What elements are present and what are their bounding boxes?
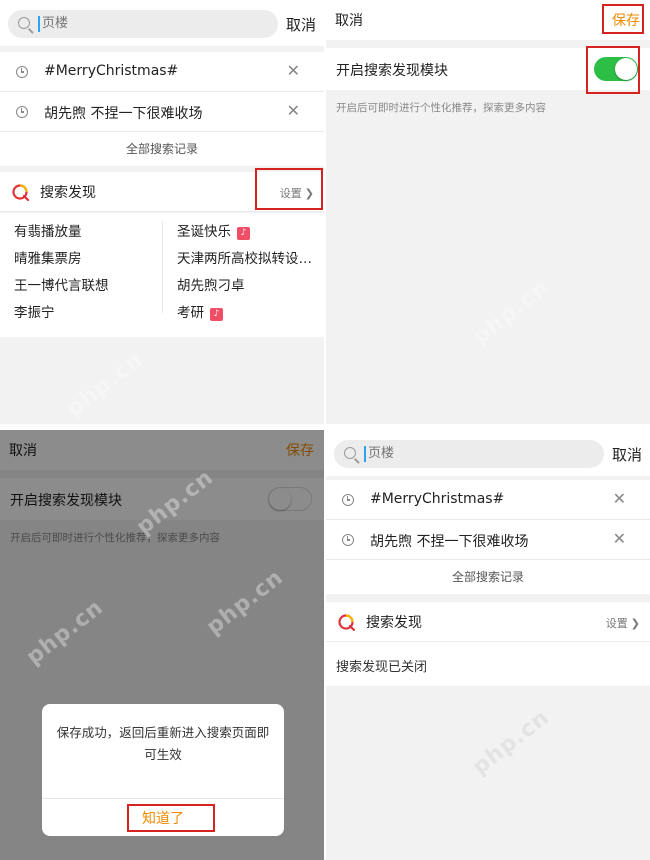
cancel-button[interactable]: 取消 bbox=[612, 444, 642, 465]
history-item-text: #MerryChristmas# bbox=[370, 491, 505, 507]
search-header: 取消 bbox=[0, 0, 324, 46]
watermark: php.cn bbox=[467, 274, 555, 351]
panel-settings-toggle-on: 取消 保存 开启搜索发现模块 开启后可即时进行个性化推荐，探索更多内容 php.… bbox=[326, 0, 650, 424]
discover-item[interactable]: 有翡播放量 bbox=[14, 219, 109, 246]
all-history-link[interactable]: 全部搜索记录 bbox=[326, 560, 650, 594]
search-box[interactable] bbox=[334, 440, 604, 468]
search-input[interactable] bbox=[368, 445, 588, 463]
hot-badge-icon: ♪ bbox=[237, 227, 250, 240]
discover-item[interactable]: 李振宁 bbox=[14, 300, 109, 327]
all-history-link[interactable]: 全部搜索记录 bbox=[0, 132, 324, 166]
history-item-text: 胡先煦 不捏一下很难收场 bbox=[44, 106, 203, 122]
discover-closed-text: 搜索发现已关闭 bbox=[336, 660, 428, 675]
close-icon[interactable]: ✕ bbox=[287, 63, 300, 79]
cancel-button[interactable]: 取消 bbox=[286, 14, 316, 35]
discover-title: 搜索发现 bbox=[366, 615, 422, 631]
close-icon[interactable]: ✕ bbox=[287, 103, 300, 119]
toggle-label: 开启搜索发现模块 bbox=[336, 63, 448, 79]
toggle-description: 开启后可即时进行个性化推荐，探索更多内容 bbox=[336, 102, 546, 114]
discover-item[interactable]: 胡先煦刁卓 bbox=[177, 273, 312, 300]
discover-closed-row: 搜索发现已关闭 bbox=[326, 642, 650, 686]
search-history: #MerryChristmas# ✕ 胡先煦 不捏一下很难收场 ✕ 全部搜索记录 bbox=[0, 52, 324, 166]
settings-cancel-button[interactable]: 取消 bbox=[335, 10, 363, 30]
clock-icon bbox=[342, 494, 354, 506]
history-item[interactable]: #MerryChristmas# ✕ bbox=[0, 52, 324, 92]
discover-header: 搜索发现 设置 ❯ bbox=[326, 602, 650, 642]
discover-item[interactable]: 天津两所高校拟转设… bbox=[177, 246, 312, 273]
history-item[interactable]: 胡先煦 不捏一下很难收场 ✕ bbox=[326, 520, 650, 560]
close-icon[interactable]: ✕ bbox=[613, 491, 626, 507]
hot-badge-icon: ♪ bbox=[210, 308, 223, 321]
highlight-box bbox=[602, 4, 644, 34]
discover-item-text: 圣诞快乐 bbox=[177, 224, 231, 240]
search-icon bbox=[344, 447, 356, 459]
discover-logo-icon bbox=[12, 184, 30, 201]
clock-icon bbox=[16, 106, 28, 118]
discover-settings-button[interactable]: 设置 ❯ bbox=[606, 615, 640, 631]
history-item[interactable]: #MerryChristmas# ✕ bbox=[326, 480, 650, 520]
clock-icon bbox=[16, 66, 28, 78]
highlight-box bbox=[127, 804, 215, 832]
panel-settings-saved-dialog: 取消 保存 开启搜索发现模块 开启后可即时进行个性化推荐，探索更多内容 php.… bbox=[0, 430, 324, 860]
text-caret bbox=[38, 16, 40, 32]
text-caret bbox=[364, 446, 366, 462]
settings-label: 设置 bbox=[605, 617, 628, 630]
panel-search-discover-on: 取消 #MerryChristmas# ✕ 胡先煦 不捏一下很难收场 ✕ 全部搜… bbox=[0, 0, 324, 424]
discover-list: 有翡播放量 晴雅集票房 王一博代言联想 李振宁 圣诞快乐 ♪ 天津两所高校拟转设…… bbox=[0, 213, 324, 337]
highlight-box bbox=[586, 46, 640, 94]
history-item-text: #MerryChristmas# bbox=[44, 63, 179, 79]
clock-icon bbox=[342, 534, 354, 546]
search-input[interactable] bbox=[42, 15, 262, 33]
column-divider bbox=[162, 221, 163, 313]
discover-item[interactable]: 圣诞快乐 ♪ bbox=[177, 219, 312, 246]
search-icon bbox=[18, 17, 30, 29]
history-item-text: 胡先煦 不捏一下很难收场 bbox=[370, 534, 529, 550]
search-box[interactable] bbox=[8, 10, 278, 38]
discover-right-column: 圣诞快乐 ♪ 天津两所高校拟转设… 胡先煦刁卓 考研 ♪ bbox=[177, 219, 312, 327]
search-history: #MerryChristmas# ✕ 胡先煦 不捏一下很难收场 ✕ 全部搜索记录 bbox=[326, 480, 650, 594]
discover-left-column: 有翡播放量 晴雅集票房 王一博代言联想 李振宁 bbox=[14, 219, 109, 327]
watermark: php.cn bbox=[467, 704, 555, 781]
discover-item[interactable]: 晴雅集票房 bbox=[14, 246, 109, 273]
chevron-right-icon: ❯ bbox=[630, 617, 640, 630]
search-header: 取消 bbox=[326, 430, 650, 476]
dialog-divider bbox=[42, 798, 284, 799]
close-icon[interactable]: ✕ bbox=[613, 531, 626, 547]
dialog-message: 保存成功，返回后重新进入搜索页面即可生效 bbox=[56, 725, 270, 762]
panel-search-discover-off: 取消 #MerryChristmas# ✕ 胡先煦 不捏一下很难收场 ✕ 全部搜… bbox=[326, 430, 650, 860]
discover-logo-icon bbox=[338, 614, 356, 631]
discover-item-text: 胡先煦刁卓 bbox=[177, 278, 245, 294]
discover-item[interactable]: 王一博代言联想 bbox=[14, 273, 109, 300]
discover-item-text: 考研 bbox=[177, 305, 204, 321]
discover-item-text: 天津两所高校拟转设… bbox=[177, 251, 312, 267]
highlight-box bbox=[255, 168, 323, 210]
history-item[interactable]: 胡先煦 不捏一下很难收场 ✕ bbox=[0, 92, 324, 132]
watermark: php.cn bbox=[61, 346, 149, 423]
discover-item[interactable]: 考研 ♪ bbox=[177, 300, 312, 327]
discover-title: 搜索发现 bbox=[40, 185, 96, 201]
